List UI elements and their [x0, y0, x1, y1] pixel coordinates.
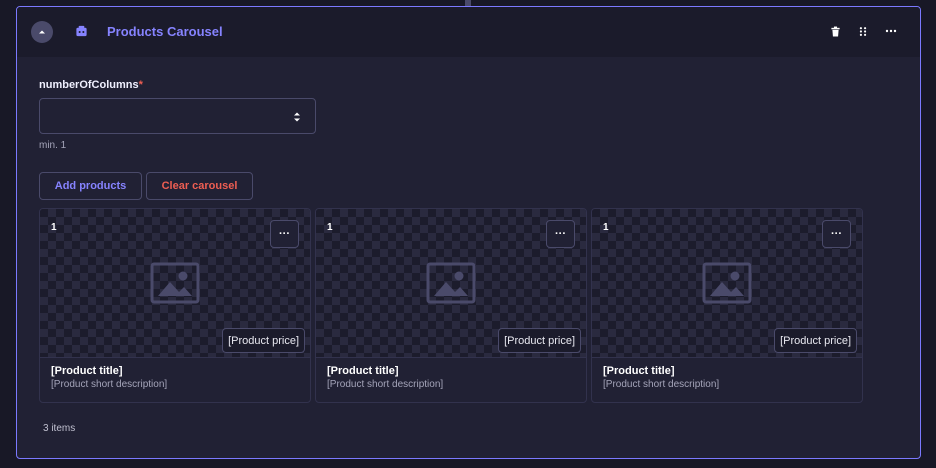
header-actions — [828, 25, 906, 39]
image-placeholder-icon — [426, 262, 476, 304]
product-title: [Product title] — [51, 365, 123, 377]
product-title: [Product title] — [327, 365, 399, 377]
drag-handle-icon — [859, 27, 867, 36]
drag-handle[interactable] — [856, 25, 870, 39]
product-info: [Product title] [Product short descripti… — [40, 358, 310, 397]
more-horizontal-icon — [885, 29, 897, 32]
panel-header: Products Carousel — [17, 7, 920, 57]
product-card[interactable]: 1 ··· [Product price] [Product title] [P… — [39, 208, 311, 403]
stepper-icon[interactable] — [293, 111, 301, 123]
product-description: [Product short description] — [51, 379, 168, 390]
product-card[interactable]: 1 ··· [Product price] [Product title] [P… — [591, 208, 863, 403]
carousel-actions: Add products Clear carousel — [39, 172, 898, 200]
number-of-columns-label: numberOfColumns* — [39, 79, 898, 91]
more-actions-button[interactable] — [884, 25, 898, 39]
product-price: [Product price] — [498, 328, 581, 353]
field-hint: min. 1 — [39, 140, 67, 151]
image-placeholder-icon — [702, 262, 752, 304]
image-placeholder-icon — [150, 262, 200, 304]
delete-button[interactable] — [828, 25, 842, 39]
clear-carousel-button[interactable]: Clear carousel — [146, 172, 253, 200]
chevron-up-icon — [39, 30, 45, 33]
carousel-icon — [75, 25, 89, 39]
panel-body: numberOfColumns* min. 1 Add products Cle… — [17, 57, 920, 403]
product-price: [Product price] — [222, 328, 305, 353]
collapse-button[interactable] — [31, 20, 53, 43]
product-title: [Product title] — [603, 365, 675, 377]
product-description: [Product short description] — [327, 379, 444, 390]
number-of-columns-input[interactable] — [39, 98, 316, 134]
card-index: 1 — [51, 222, 57, 233]
product-media: 1 ··· [Product price] — [40, 209, 310, 358]
panel-title: Products Carousel — [107, 24, 223, 39]
product-info: [Product title] [Product short descripti… — [592, 358, 862, 397]
required-mark: * — [138, 79, 143, 91]
card-menu-button[interactable]: ··· — [822, 220, 851, 248]
product-media: 1 ··· [Product price] — [592, 209, 862, 358]
card-menu-button[interactable]: ··· — [546, 220, 575, 248]
product-media: 1 ··· [Product price] — [316, 209, 586, 358]
products-carousel-panel: Products Carousel numberOfColumns* min. … — [16, 6, 921, 459]
product-price: [Product price] — [774, 328, 857, 353]
product-description: [Product short description] — [603, 379, 720, 390]
add-products-button[interactable]: Add products — [39, 172, 142, 200]
trash-icon — [830, 26, 840, 37]
card-menu-button[interactable]: ··· — [270, 220, 299, 248]
product-info: [Product title] [Product short descripti… — [316, 358, 586, 397]
item-count: 3 items — [43, 423, 76, 434]
card-index: 1 — [603, 222, 609, 233]
card-index: 1 — [327, 222, 333, 233]
product-cards: 1 ··· [Product price] [Product title] [P… — [39, 208, 898, 403]
field-label-text: numberOfColumns — [39, 79, 139, 91]
product-card[interactable]: 1 ··· [Product price] [Product title] [P… — [315, 208, 587, 403]
